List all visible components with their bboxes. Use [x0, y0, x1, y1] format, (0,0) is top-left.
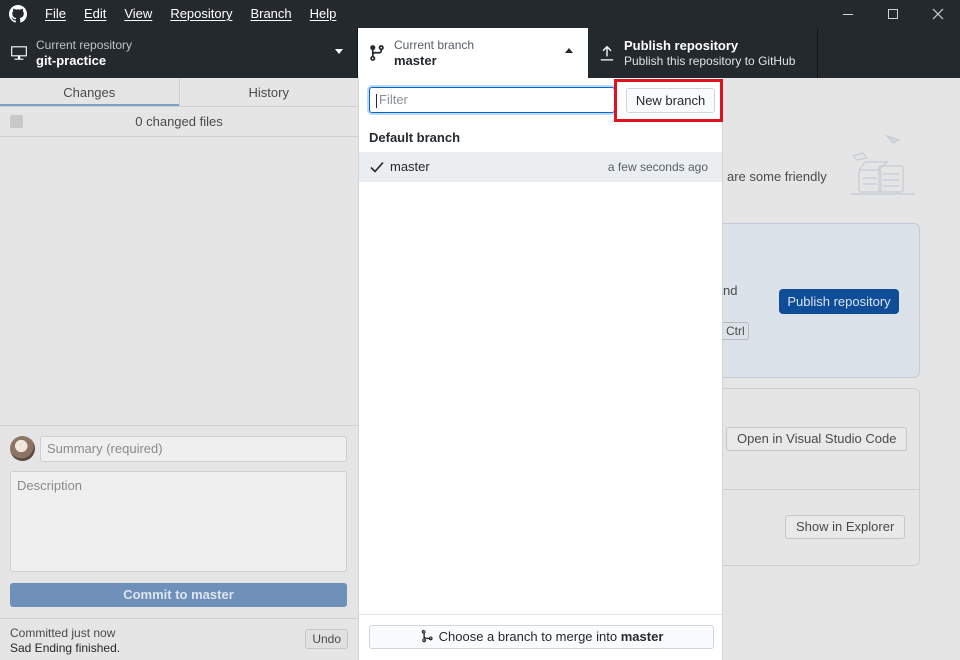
- desktop-icon: [11, 46, 27, 60]
- menu-view[interactable]: View: [115, 0, 161, 28]
- highlight-box: [614, 79, 723, 122]
- no-changes-pane: are some friendly nd Ctrl Publish reposi…: [723, 78, 960, 660]
- show-in-explorer-button[interactable]: Show in Explorer: [785, 515, 906, 539]
- menu-repository[interactable]: Repository: [161, 0, 241, 28]
- git-branch-icon: [370, 45, 384, 61]
- tab-changes[interactable]: Changes: [0, 78, 179, 106]
- tab-history[interactable]: History: [178, 78, 359, 106]
- github-octocat-icon: [0, 0, 36, 28]
- branch-name: master: [394, 53, 437, 68]
- current-branch-button[interactable]: Current branch master: [358, 28, 588, 78]
- branch-label: Current branch: [394, 38, 475, 52]
- menu-help[interactable]: Help: [301, 0, 346, 28]
- publish-repository-cta-button[interactable]: Publish repository: [779, 289, 899, 314]
- minimize-icon[interactable]: [825, 0, 870, 28]
- dropdown-footer: Choose a branch to merge into master: [359, 614, 722, 660]
- publish-repository-button[interactable]: Publish repository Publish this reposito…: [588, 28, 818, 78]
- description-input[interactable]: Description: [10, 471, 347, 572]
- publish-text-fragment: nd: [723, 283, 738, 298]
- close-icon[interactable]: [915, 0, 960, 28]
- actions-card: Open in Visual Studio Code Show in Explo…: [723, 388, 920, 566]
- commit-button[interactable]: Commit to master: [10, 583, 347, 607]
- friendly-text-fragment: are some friendly: [727, 169, 827, 184]
- menu-bar: File Edit View Repository Branch Help: [36, 0, 345, 28]
- last-commit-info: Committed just now Sad Ending finished. …: [0, 618, 358, 660]
- merge-button-prefix: Choose a branch to merge into: [438, 629, 618, 644]
- maximize-icon[interactable]: [870, 0, 915, 28]
- git-merge-icon: [421, 629, 433, 643]
- changed-files-count: 0 changed files: [135, 114, 223, 129]
- merge-button-branch: master: [620, 629, 664, 644]
- commit-form: Summary (required) Description Commit to…: [0, 425, 358, 660]
- branch-item-name: master: [390, 159, 430, 174]
- chevron-up-icon: [565, 48, 573, 53]
- branch-list-item[interactable]: master a few seconds ago: [359, 152, 722, 182]
- filter-placeholder: Filter: [379, 92, 408, 107]
- branch-dropdown: Filter New branch Default branch master …: [358, 78, 723, 660]
- empty-state-illustration-icon: [851, 134, 915, 195]
- repository-label: Current repository: [36, 38, 133, 52]
- default-branch-header: Default branch: [369, 130, 461, 145]
- current-repository-button[interactable]: Current repository git-practice: [0, 28, 358, 78]
- chevron-down-icon: [335, 49, 343, 54]
- checkmark-icon: [370, 161, 384, 173]
- last-commit-time: Committed just now: [10, 626, 116, 640]
- card-divider: [723, 489, 920, 490]
- undo-button[interactable]: Undo: [305, 629, 348, 649]
- branch-filter-input[interactable]: Filter: [369, 87, 615, 113]
- menu-branch[interactable]: Branch: [241, 0, 300, 28]
- merge-into-branch-button[interactable]: Choose a branch to merge into master: [369, 625, 714, 649]
- publish-suggestion-card: nd Ctrl Publish repository: [723, 223, 920, 378]
- last-commit-message: Sad Ending finished.: [10, 641, 121, 655]
- text-cursor: [376, 93, 377, 108]
- toolbar: Current repository git-practice Current …: [0, 28, 960, 78]
- pane-tabs: Changes History: [0, 78, 358, 107]
- publish-title: Publish repository: [624, 38, 739, 53]
- commit-button-branch: master: [191, 587, 234, 602]
- menu-edit[interactable]: Edit: [75, 0, 115, 28]
- title-bar: File Edit View Repository Branch Help: [0, 0, 960, 28]
- window-controls: [825, 0, 960, 28]
- summary-input[interactable]: Summary (required): [40, 436, 347, 462]
- publish-subtitle: Publish this repository to GitHub: [624, 54, 796, 68]
- avatar: [10, 436, 35, 461]
- menu-file[interactable]: File: [36, 0, 75, 28]
- open-in-editor-button[interactable]: Open in Visual Studio Code: [726, 427, 908, 451]
- repository-name: git-practice: [36, 53, 107, 68]
- upload-icon: [600, 45, 614, 61]
- commit-button-prefix: Commit to: [123, 587, 188, 602]
- changed-files-header: 0 changed files: [0, 107, 358, 137]
- branch-item-time: a few seconds ago: [607, 160, 708, 174]
- shortcut-key-fragment: Ctrl: [723, 322, 749, 340]
- changes-pane: Changes History 0 changed files Summary …: [0, 78, 358, 660]
